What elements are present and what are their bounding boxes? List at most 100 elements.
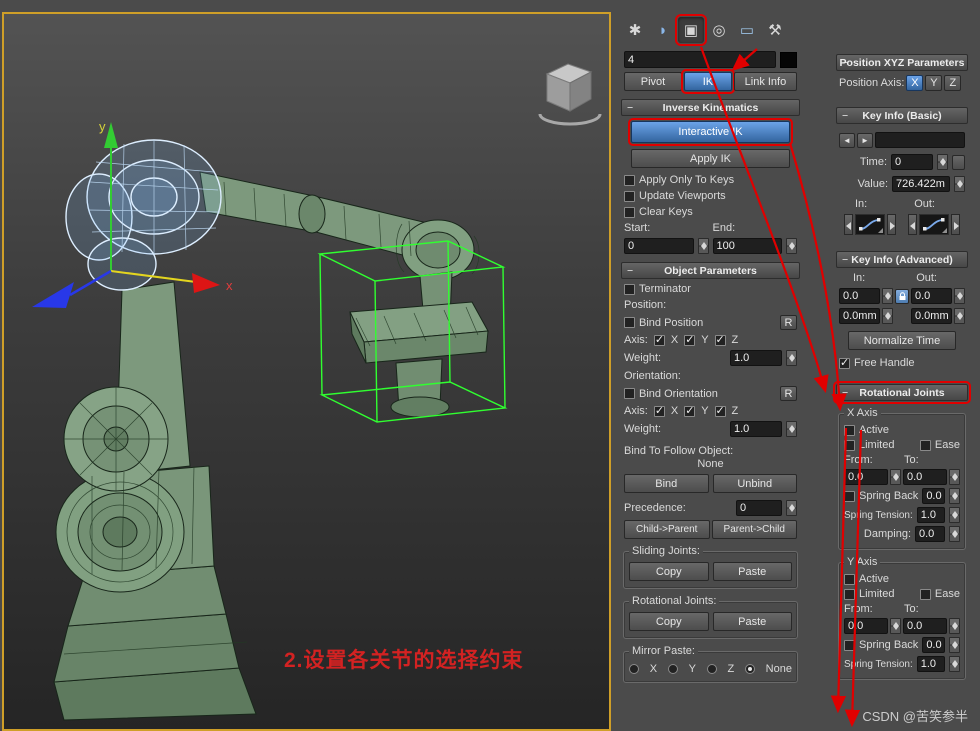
- out-mm-spinner[interactable]: [954, 308, 965, 324]
- x-active-checkbox[interactable]: [844, 424, 855, 436]
- out-mm-field[interactable]: 0.0mm: [911, 308, 952, 324]
- terminator-checkbox[interactable]: [624, 283, 635, 295]
- y-ease-checkbox[interactable]: [919, 588, 931, 600]
- in-mm-spinner[interactable]: [882, 308, 893, 324]
- position-axis-y-button[interactable]: Y: [925, 75, 943, 91]
- time-field[interactable]: 0: [891, 154, 933, 170]
- bind-position-checkbox[interactable]: [624, 317, 635, 328]
- child-parent-button[interactable]: Child->Parent: [624, 520, 710, 539]
- orientation-weight-spinner[interactable]: [786, 421, 797, 437]
- in-tangent-copy-right-arrow[interactable]: [887, 214, 896, 235]
- out-value-spinner[interactable]: [954, 288, 965, 304]
- motion-tab[interactable]: ◎: [706, 17, 732, 43]
- end-field[interactable]: 100: [712, 238, 782, 254]
- in-value-field[interactable]: 0.0: [839, 288, 880, 304]
- start-field[interactable]: 0: [624, 238, 694, 254]
- y-spring-tension-spinner[interactable]: [949, 656, 960, 672]
- mirror-z-radio[interactable]: [706, 664, 717, 674]
- x-damping-field[interactable]: 0.0: [915, 526, 945, 542]
- x-spring-back-checkbox[interactable]: [844, 490, 855, 502]
- sliding-copy-button[interactable]: Copy: [629, 562, 709, 581]
- y-to-field[interactable]: 0.0: [903, 618, 947, 634]
- mirror-x-radio[interactable]: [629, 664, 639, 674]
- rotational-paste-button[interactable]: Paste: [712, 612, 792, 631]
- position-axis-z-button[interactable]: Z: [944, 75, 962, 91]
- sliding-paste-button[interactable]: Paste: [712, 562, 792, 581]
- bind-button[interactable]: Bind: [624, 474, 709, 493]
- x-from-field[interactable]: 0.0: [844, 469, 888, 485]
- unbind-button[interactable]: Unbind: [712, 474, 797, 493]
- x-spring-back-spinner[interactable]: [949, 488, 960, 504]
- y-spring-back-checkbox[interactable]: [844, 639, 855, 651]
- position-axis-x-button[interactable]: X: [906, 75, 924, 91]
- ik-button[interactable]: IK: [681, 69, 735, 94]
- create-tab[interactable]: ✱: [622, 17, 648, 43]
- rollout-position-xyz-parameters[interactable]: Position XYZ Parameters: [836, 54, 968, 71]
- value-field[interactable]: 726.422m: [892, 176, 950, 192]
- precedence-field[interactable]: 0: [736, 500, 782, 516]
- object-name-field[interactable]: 4: [624, 51, 776, 68]
- bind-orientation-relative-button[interactable]: R: [780, 386, 797, 401]
- lock-tangents-button[interactable]: [895, 288, 909, 304]
- position-axis-y-checkbox[interactable]: [684, 333, 696, 346]
- clear-keys-checkbox[interactable]: [624, 206, 635, 218]
- viewport[interactable]: y x 2.设置各关节的选择约束: [2, 12, 611, 731]
- parent-child-button[interactable]: Parent->Child: [711, 520, 797, 539]
- end-spinner[interactable]: [786, 238, 797, 254]
- orientation-weight-field[interactable]: 1.0: [730, 421, 782, 437]
- apply-only-to-keys-checkbox[interactable]: [624, 174, 635, 186]
- position-weight-field[interactable]: 1.0: [730, 350, 782, 366]
- apply-ik-button[interactable]: Apply IK: [631, 149, 790, 168]
- in-mm-field[interactable]: 0.0mm: [839, 308, 880, 324]
- x-to-field[interactable]: 0.0: [903, 469, 947, 485]
- x-from-spinner[interactable]: [890, 469, 901, 485]
- in-tangent-button[interactable]: [855, 214, 885, 235]
- y-from-spinner[interactable]: [890, 618, 901, 634]
- normalize-time-button[interactable]: Normalize Time: [848, 331, 956, 350]
- time-lock-button[interactable]: [952, 154, 965, 170]
- selected-joint-highlight[interactable]: [65, 139, 222, 291]
- orientation-axis-z-checkbox[interactable]: [714, 404, 726, 417]
- key-number-field[interactable]: [875, 132, 965, 148]
- out-tangent-button[interactable]: [919, 214, 949, 235]
- bind-orientation-checkbox[interactable]: [624, 388, 635, 399]
- bind-position-relative-button[interactable]: R: [780, 315, 797, 330]
- start-spinner[interactable]: [697, 238, 709, 254]
- orientation-axis-x-checkbox[interactable]: [653, 404, 665, 417]
- out-tangent-copy-left-arrow[interactable]: [908, 214, 917, 235]
- mirror-y-radio[interactable]: [667, 664, 678, 674]
- out-tangent-copy-right-arrow[interactable]: [951, 214, 960, 235]
- utilities-tab[interactable]: ⚒: [762, 17, 788, 43]
- pivot-button[interactable]: Pivot: [624, 72, 683, 91]
- rollout-inverse-kinematics[interactable]: Inverse Kinematics: [621, 99, 800, 116]
- time-spinner[interactable]: [937, 154, 948, 170]
- y-from-field[interactable]: 0.0: [844, 618, 888, 634]
- free-handle-checkbox[interactable]: [839, 356, 850, 369]
- rollout-object-parameters[interactable]: Object Parameters: [621, 262, 800, 279]
- position-axis-x-checkbox[interactable]: [653, 333, 665, 346]
- interactive-ik-button[interactable]: Interactive IK: [628, 118, 793, 146]
- precedence-spinner[interactable]: [786, 500, 797, 516]
- y-spring-back-field[interactable]: 0.0: [922, 637, 945, 653]
- next-key-button[interactable]: ►: [857, 132, 873, 148]
- prev-key-button[interactable]: ◄: [839, 132, 855, 148]
- x-spring-tension-spinner[interactable]: [949, 507, 960, 523]
- orientation-axis-y-checkbox[interactable]: [684, 404, 696, 417]
- x-spring-tension-field[interactable]: 1.0: [916, 507, 945, 523]
- x-damping-spinner[interactable]: [949, 526, 960, 542]
- modify-tab[interactable]: ◗: [650, 17, 676, 43]
- y-active-checkbox[interactable]: [844, 573, 855, 585]
- y-spring-tension-field[interactable]: 1.0: [916, 656, 945, 672]
- position-axis-z-checkbox[interactable]: [714, 333, 726, 346]
- y-limited-checkbox[interactable]: [844, 588, 855, 600]
- out-value-field[interactable]: 0.0: [911, 288, 952, 304]
- rollout-rotational-joints[interactable]: Rotational Joints: [833, 381, 971, 404]
- mirror-none-radio[interactable]: [744, 664, 755, 674]
- y-spring-back-spinner[interactable]: [949, 637, 960, 653]
- value-spinner[interactable]: [954, 176, 965, 192]
- hierarchy-tab[interactable]: ▣: [675, 14, 707, 46]
- rotational-copy-button[interactable]: Copy: [629, 612, 709, 631]
- view-cube[interactable]: [538, 63, 602, 126]
- update-viewports-checkbox[interactable]: [624, 190, 635, 202]
- x-spring-back-field[interactable]: 0.0: [922, 488, 945, 504]
